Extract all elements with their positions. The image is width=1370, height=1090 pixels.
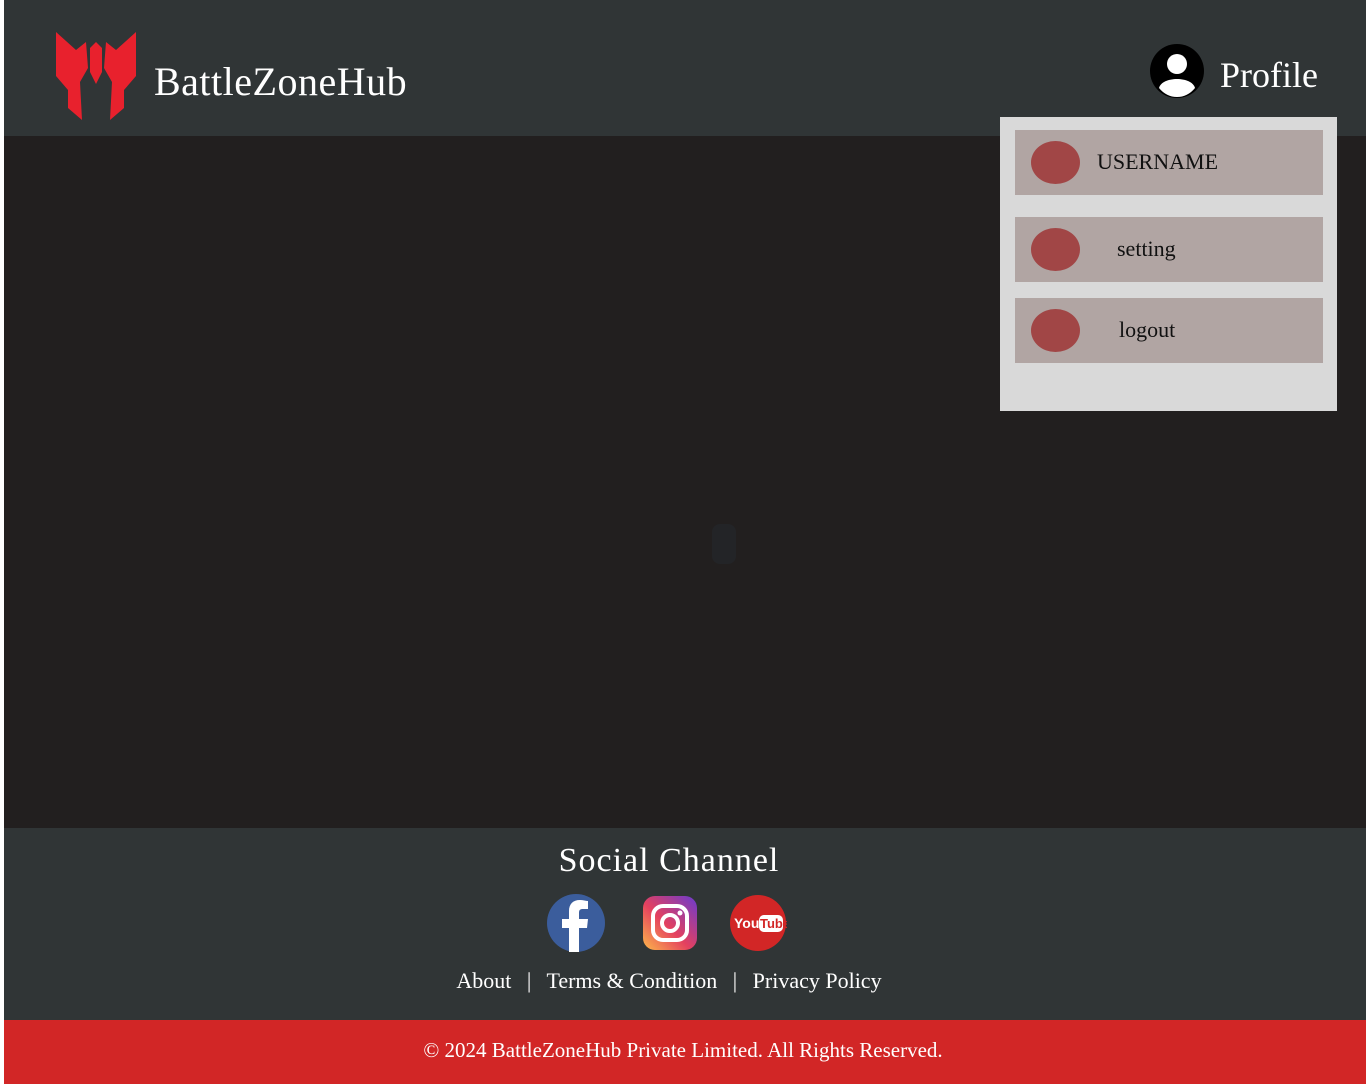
youtube-icon[interactable]: You Tube [729,894,787,952]
link-separator: | [526,968,532,993]
loading-indicator [712,524,736,564]
profile-dropdown-menu: USERNAME setting logout [1000,117,1337,411]
site-header: BattleZoneHub Profile [4,0,1366,136]
menu-dot-icon [1031,141,1080,184]
social-channel-title: Social Channel [558,842,780,879]
page-frame: BattleZoneHub Profile USERNAME setting l… [4,0,1366,1084]
menu-item-label: setting [1117,236,1176,261]
instagram-icon[interactable] [641,894,699,952]
menu-item-logout[interactable]: logout [1015,298,1323,363]
svg-text:Tube: Tube [760,916,787,931]
profile-button[interactable]: Profile [1150,44,1330,98]
about-link[interactable]: About [456,968,511,993]
privacy-policy-link[interactable]: Privacy Policy [753,968,882,993]
user-avatar-icon [1150,44,1204,98]
copyright-text: © 2024 BattleZoneHub Private Limited. Al… [423,1038,943,1062]
site-footer: Social Channel You Tube About | Terms & … [4,828,1366,1020]
brand-name[interactable]: BattleZoneHub [154,58,407,105]
menu-item-label: logout [1119,317,1176,342]
facebook-icon[interactable] [547,894,605,952]
terms-link[interactable]: Terms & Condition [546,968,717,993]
profile-label: Profile [1220,55,1318,95]
menu-item-label: USERNAME [1097,149,1219,174]
menu-item-setting[interactable]: setting [1015,217,1323,282]
copyright-bar: © 2024 BattleZoneHub Private Limited. Al… [4,1020,1366,1084]
menu-dot-icon [1031,309,1080,352]
menu-dot-icon [1031,228,1080,271]
logo-icon[interactable] [54,28,138,122]
menu-item-username[interactable]: USERNAME [1015,130,1323,195]
svg-text:You: You [734,915,759,931]
link-separator: | [732,968,738,993]
footer-links: About | Terms & Condition | Privacy Poli… [4,968,1334,994]
